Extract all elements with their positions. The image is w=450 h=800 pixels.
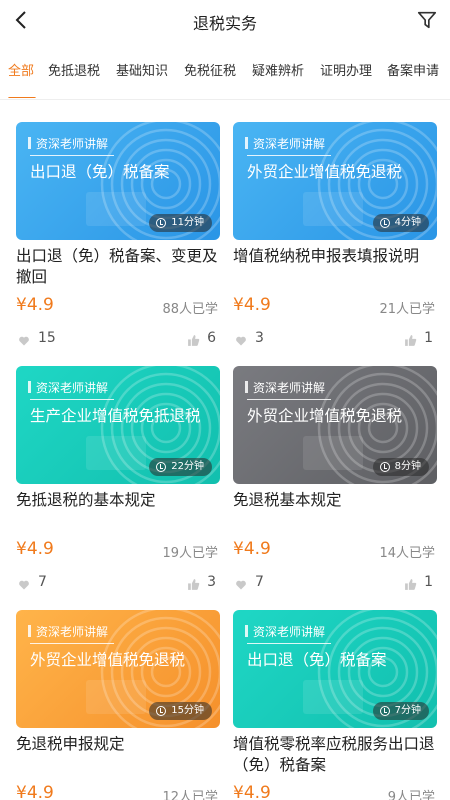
favorite-count: 15	[38, 330, 56, 346]
duration-badge: 8分钟	[372, 458, 429, 476]
course-price: ¥4.9	[16, 539, 54, 559]
favorite-count: 7	[255, 574, 264, 590]
thumbnail-title: 外贸企业增值税免退税	[247, 163, 403, 181]
heart-icon[interactable]	[18, 335, 30, 347]
duration-text: 22分钟	[171, 461, 204, 472]
course-thumbnail[interactable]: 资深老师讲解出口退（免）税备案 11分钟	[16, 122, 220, 240]
duration-badge: 22分钟	[149, 458, 212, 476]
learner-count: 9人已学	[387, 790, 435, 800]
clock-icon	[379, 706, 390, 716]
course-card[interactable]: 资深老师讲解出口退（免）税备案 11分钟出口退（免）税备案、变更及撤回 ¥4.9 88…	[16, 122, 220, 350]
active-tab-indicator	[8, 97, 36, 98]
divider	[0, 99, 450, 100]
heart-icon[interactable]	[18, 579, 30, 591]
page-title: 退税实务	[192, 14, 257, 33]
teacher-badge: 资深老师讲解	[27, 378, 115, 400]
thumbnail-title: 生产企业增值税免抵退税	[30, 407, 201, 425]
learner-count: 19人已学	[162, 546, 218, 561]
course-thumbnail[interactable]: 资深老师讲解外贸企业增值税免退税 4分钟	[233, 122, 437, 240]
course-title[interactable]: 增值税零税率应税服务出口退（免）税备案	[233, 734, 437, 776]
duration-badge: 4分钟	[372, 214, 429, 232]
filter-icon[interactable]	[416, 9, 438, 31]
heart-icon[interactable]	[235, 335, 247, 347]
course-card[interactable]: 资深老师讲解出口退（免）税备案 7分钟增值税零税率应税服务出口退（免）税备案 ¥4.…	[233, 610, 437, 800]
heart-icon[interactable]	[235, 579, 247, 591]
course-thumbnail[interactable]: 资深老师讲解外贸企业增值税免退税 8分钟	[233, 366, 437, 484]
course-thumbnail[interactable]: 资深老师讲解外贸企业增值税免退税 15分钟	[16, 610, 220, 728]
tab-certificate[interactable]: 证明办理	[320, 60, 372, 79]
course-card[interactable]: 资深老师讲解外贸企业增值税免退税 4分钟增值税纳税申报表填报说明 ¥4.9 21人已学…	[233, 122, 437, 350]
course-price: ¥4.9	[233, 295, 271, 315]
course-card[interactable]: 资深老师讲解外贸企业增值税免退税 15分钟免退税申报规定 ¥4.9 12人已学	[16, 610, 220, 800]
thumbnail-title: 外贸企业增值税免退税	[247, 407, 403, 425]
clock-icon	[156, 462, 167, 472]
duration-badge: 15分钟	[149, 702, 212, 720]
tab-filing-application[interactable]: 备案申请	[387, 60, 439, 79]
course-card[interactable]: 资深老师讲解外贸企业增值税免退税 8分钟免退税基本规定 ¥4.9 14人已学 7 1	[233, 366, 437, 594]
tab-exempt-taxable[interactable]: 免税征税	[184, 60, 236, 79]
thumbnail-title: 出口退（免）税备案	[247, 651, 387, 669]
duration-text: 8分钟	[394, 461, 421, 472]
teacher-badge: 资深老师讲解	[27, 622, 115, 644]
course-card[interactable]: 资深老师讲解生产企业增值税免抵退税 22分钟免抵退税的基本规定 ¥4.9 19人已学 7…	[16, 366, 220, 594]
duration-text: 7分钟	[394, 705, 421, 716]
learner-count: 12人已学	[162, 790, 218, 800]
learner-count: 14人已学	[379, 546, 435, 561]
learner-count: 88人已学	[162, 302, 218, 317]
category-tabs: 全部 免抵退税 基础知识 免税征税 疑难辨析 证明办理 备案申请	[0, 52, 450, 98]
learner-count: 21人已学	[379, 302, 435, 317]
like-count: 1	[424, 330, 433, 346]
thumbs-up-icon[interactable]	[404, 334, 417, 347]
course-title[interactable]: 增值税纳税申报表填报说明	[233, 246, 437, 267]
duration-text: 4分钟	[394, 217, 421, 228]
duration-text: 11分钟	[171, 217, 204, 228]
top-bar: 退税实务	[0, 0, 450, 40]
teacher-badge: 资深老师讲解	[244, 378, 332, 400]
teacher-badge: 资深老师讲解	[27, 134, 115, 156]
duration-text: 15分钟	[171, 705, 204, 716]
tab-exemption-credit-refund[interactable]: 免抵退税	[48, 60, 100, 79]
clock-icon	[156, 218, 167, 228]
clock-icon	[379, 462, 390, 472]
thumbs-up-icon[interactable]	[187, 334, 200, 347]
thumbs-up-icon[interactable]	[404, 578, 417, 591]
thumbs-up-icon[interactable]	[187, 578, 200, 591]
favorite-count: 7	[38, 574, 47, 590]
thumbnail-title: 出口退（免）税备案	[30, 163, 170, 181]
tab-all[interactable]: 全部	[8, 60, 34, 79]
course-price: ¥4.9	[16, 295, 54, 315]
tab-difficult-analysis[interactable]: 疑难辨析	[252, 60, 304, 79]
course-price: ¥4.9	[233, 783, 271, 800]
course-thumbnail[interactable]: 资深老师讲解出口退（免）税备案 7分钟	[233, 610, 437, 728]
course-price: ¥4.9	[233, 539, 271, 559]
tab-basics[interactable]: 基础知识	[116, 60, 168, 79]
teacher-badge: 资深老师讲解	[244, 622, 332, 644]
thumbnail-title: 外贸企业增值税免退税	[30, 651, 186, 669]
course-title[interactable]: 免退税基本规定	[233, 490, 437, 511]
course-thumbnail[interactable]: 资深老师讲解生产企业增值税免抵退税 22分钟	[16, 366, 220, 484]
like-count: 3	[207, 574, 216, 590]
clock-icon	[379, 218, 390, 228]
duration-badge: 11分钟	[149, 214, 212, 232]
like-count: 1	[424, 574, 433, 590]
clock-icon	[156, 706, 167, 716]
duration-badge: 7分钟	[372, 702, 429, 720]
like-count: 6	[207, 330, 216, 346]
teacher-badge: 资深老师讲解	[244, 134, 332, 156]
course-price: ¥4.9	[16, 783, 54, 800]
course-title[interactable]: 免退税申报规定	[16, 734, 220, 755]
course-title[interactable]: 出口退（免）税备案、变更及撤回	[16, 246, 220, 288]
favorite-count: 3	[255, 330, 264, 346]
course-title[interactable]: 免抵退税的基本规定	[16, 490, 220, 511]
